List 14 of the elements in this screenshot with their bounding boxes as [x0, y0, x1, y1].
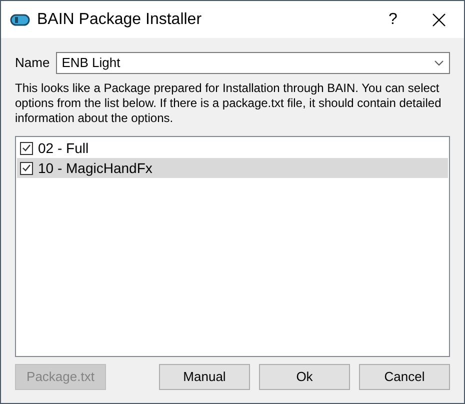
dialog-button[interactable]: Ok	[259, 364, 350, 390]
option-item[interactable]: 02 - Full	[17, 138, 448, 158]
window-title: BAIN Package Installer	[37, 10, 202, 30]
name-dropdown[interactable]: ENB Light	[56, 52, 450, 74]
checkbox[interactable]	[20, 162, 33, 174]
dialog-button[interactable]: Manual	[159, 364, 250, 390]
checkbox[interactable]	[20, 142, 33, 154]
description-text: This looks like a Package prepared for Installation through BAIN. You can select options from the list below. If there is a package.txt file, it should contain detailed information about the options.	[15, 81, 442, 126]
dialog-button[interactable]: Cancel	[359, 364, 450, 390]
help-button[interactable]: ?	[370, 1, 416, 38]
chevron-down-icon	[434, 60, 444, 66]
option-item[interactable]: 10 - MagicHandFx	[17, 158, 448, 178]
name-label: Name	[15, 54, 50, 72]
close-icon	[432, 12, 446, 26]
